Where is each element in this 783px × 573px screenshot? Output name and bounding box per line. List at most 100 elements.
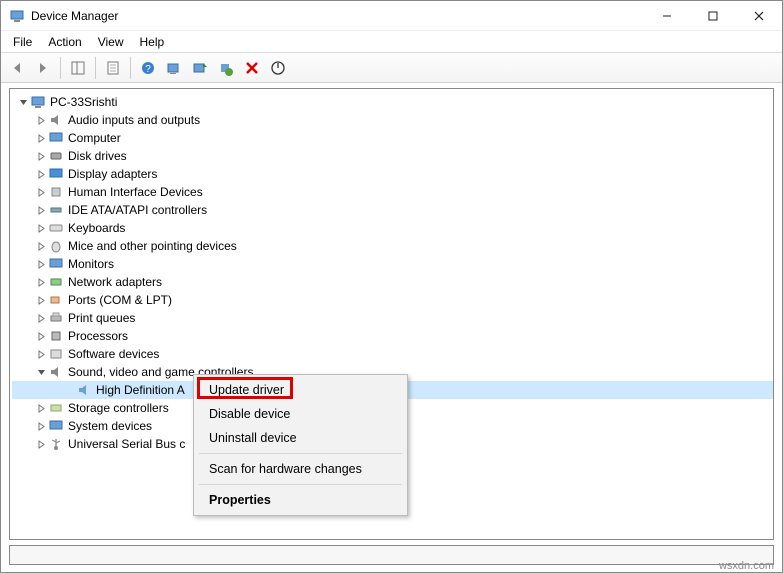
ctx-uninstall-device[interactable]: Uninstall device	[197, 426, 404, 450]
tree-device-label: High Definition A	[96, 383, 185, 397]
tree-item-label: Mice and other pointing devices	[68, 239, 237, 253]
tree-item-label: Computer	[68, 131, 121, 145]
tree-item-label: Print queues	[68, 311, 135, 325]
show-hide-console-button[interactable]	[66, 56, 90, 80]
expand-icon[interactable]	[34, 401, 48, 415]
ctx-properties[interactable]: Properties	[197, 488, 404, 512]
port-icon	[48, 292, 64, 308]
help-button[interactable]: ?	[136, 56, 160, 80]
network-icon	[48, 274, 64, 290]
disable-button[interactable]	[240, 56, 264, 80]
software-icon	[48, 346, 64, 362]
expand-icon[interactable]	[34, 113, 48, 127]
expand-icon[interactable]	[34, 167, 48, 181]
expand-icon[interactable]	[34, 203, 48, 217]
tree-category[interactable]: Display adapters	[12, 165, 773, 183]
expand-icon[interactable]	[34, 221, 48, 235]
expand-icon[interactable]	[34, 239, 48, 253]
hid-icon	[48, 184, 64, 200]
monitor-icon	[48, 256, 64, 272]
tree-item-label: Network adapters	[68, 275, 162, 289]
menu-bar: File Action View Help	[1, 31, 782, 53]
tree-category[interactable]: Monitors	[12, 255, 773, 273]
tree-category[interactable]: Mice and other pointing devices	[12, 237, 773, 255]
tree-category[interactable]: Disk drives	[12, 147, 773, 165]
display-icon	[48, 166, 64, 182]
tree-item-label: Audio inputs and outputs	[68, 113, 200, 127]
menu-file[interactable]: File	[5, 33, 40, 51]
usb-icon	[48, 436, 64, 452]
tree-category[interactable]: Audio inputs and outputs	[12, 111, 773, 129]
spacer	[62, 383, 76, 397]
menu-action[interactable]: Action	[40, 33, 89, 51]
expand-icon[interactable]	[34, 131, 48, 145]
expand-icon[interactable]	[34, 329, 48, 343]
tree-item-label: Processors	[68, 329, 128, 343]
sound-device-icon	[76, 382, 92, 398]
collapse-icon[interactable]	[16, 95, 30, 109]
expand-icon[interactable]	[34, 311, 48, 325]
tree-category[interactable]: Print queues	[12, 309, 773, 327]
minimize-button[interactable]	[644, 1, 690, 31]
ctx-scan-hardware[interactable]: Scan for hardware changes	[197, 457, 404, 481]
enable-button[interactable]	[266, 56, 290, 80]
tree-category[interactable]: Keyboards	[12, 219, 773, 237]
collapse-icon[interactable]	[34, 365, 48, 379]
tree-item-label: Ports (COM & LPT)	[68, 293, 172, 307]
menu-view[interactable]: View	[90, 33, 132, 51]
scan-button[interactable]	[162, 56, 186, 80]
titlebar: Device Manager	[1, 1, 782, 31]
svg-text:?: ?	[145, 64, 151, 75]
tree-item-label: Software devices	[68, 347, 159, 361]
tree-category[interactable]: Ports (COM & LPT)	[12, 291, 773, 309]
expand-icon[interactable]	[34, 293, 48, 307]
expand-icon[interactable]	[34, 185, 48, 199]
tree-item-label: System devices	[68, 419, 152, 433]
window-title: Device Manager	[31, 9, 644, 23]
system-icon	[48, 418, 64, 434]
expand-icon[interactable]	[34, 419, 48, 433]
forward-button[interactable]	[31, 56, 55, 80]
tree-category[interactable]: Network adapters	[12, 273, 773, 291]
tree-root[interactable]: PC-33Srishti	[12, 93, 773, 111]
expand-icon[interactable]	[34, 275, 48, 289]
uninstall-button[interactable]	[214, 56, 238, 80]
ctx-separator	[199, 484, 402, 485]
tree-category[interactable]: IDE ATA/ATAPI controllers	[12, 201, 773, 219]
expand-icon[interactable]	[34, 149, 48, 163]
ctx-separator	[199, 453, 402, 454]
tree-category[interactable]: Software devices	[12, 345, 773, 363]
expand-icon[interactable]	[34, 257, 48, 271]
printer-icon	[48, 310, 64, 326]
expand-icon[interactable]	[34, 347, 48, 361]
properties-button[interactable]	[101, 56, 125, 80]
watermark: wsxdn.com	[719, 560, 774, 572]
menu-help[interactable]: Help	[132, 33, 173, 51]
toolbar-separator	[60, 57, 61, 79]
tree-item-label: IDE ATA/ATAPI controllers	[68, 203, 207, 217]
ctx-update-driver[interactable]: Update driver	[197, 378, 404, 402]
storage-icon	[48, 400, 64, 416]
app-icon	[9, 8, 25, 24]
tree-item-label: Universal Serial Bus c	[68, 437, 185, 451]
tree-item-label: Display adapters	[68, 167, 157, 181]
context-menu: Update driver Disable device Uninstall d…	[193, 374, 408, 516]
status-bar	[9, 545, 774, 565]
maximize-button[interactable]	[690, 1, 736, 31]
tree-item-label: Storage controllers	[68, 401, 169, 415]
tree-category[interactable]: Computer	[12, 129, 773, 147]
processor-icon	[48, 328, 64, 344]
ctx-disable-device[interactable]: Disable device	[197, 402, 404, 426]
expand-icon[interactable]	[34, 437, 48, 451]
back-button[interactable]	[5, 56, 29, 80]
tree-category[interactable]: Processors	[12, 327, 773, 345]
close-button[interactable]	[736, 1, 782, 31]
update-driver-button[interactable]	[188, 56, 212, 80]
ide-icon	[48, 202, 64, 218]
toolbar-separator	[95, 57, 96, 79]
computer-icon	[30, 94, 46, 110]
tree-item-label: Human Interface Devices	[68, 185, 203, 199]
disk-icon	[48, 148, 64, 164]
mouse-icon	[48, 238, 64, 254]
tree-category[interactable]: Human Interface Devices	[12, 183, 773, 201]
